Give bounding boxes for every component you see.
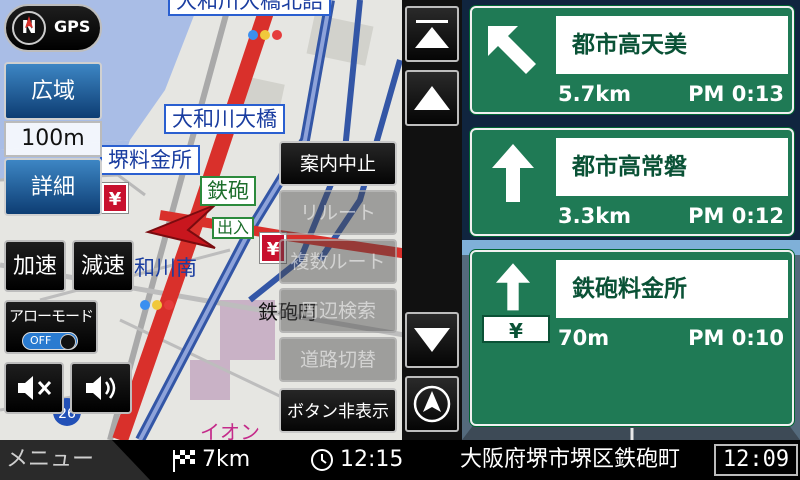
current-address: 大阪府堺市堺区鉄砲町 — [460, 447, 681, 472]
current-position-icon — [413, 385, 451, 423]
highway-item-3-distance: 70m — [558, 326, 610, 350]
traffic-signal-icon — [248, 28, 284, 42]
highway-item-1-name: 都市高天美 — [556, 16, 788, 74]
arrow-mode-state: OFF — [30, 334, 52, 347]
speed-up-button[interactable]: 加速 — [4, 240, 66, 292]
switch-road-button[interactable]: 道路切替 — [279, 337, 397, 382]
toll-gate-icon: ¥ — [102, 183, 128, 213]
scroll-down-button[interactable] — [405, 312, 459, 368]
wide-area-button[interactable]: 広域 — [4, 62, 102, 120]
volume-button[interactable] — [70, 362, 132, 414]
scroll-up-icon — [414, 86, 450, 110]
arrow-up-left-icon — [488, 26, 536, 74]
arrival-time: 12:15 — [340, 447, 404, 472]
toll-icon: ¥ — [482, 315, 550, 343]
checkered-flag-icon — [173, 450, 195, 472]
compass-icon: N — [12, 11, 46, 45]
map-label-teppo: 鉄砲 — [200, 176, 256, 206]
current-position-button[interactable] — [405, 376, 459, 432]
highway-item-3[interactable]: ¥ 鉄砲料金所 70m PM 0:10 — [470, 250, 794, 426]
map-label-bridge: 大和川大橋 — [164, 104, 285, 134]
traffic-signal-icon-2 — [140, 298, 176, 312]
map-label-bridge-north: 大和川大橋北詰 — [168, 0, 331, 16]
highway-guidance-panel: 都市高天美 5.7km PM 0:13 都市高常磐 3.3km PM 0:12 … — [462, 0, 800, 440]
scroll-top-icon — [415, 20, 449, 48]
guidance-scroll-column — [402, 0, 462, 440]
map-label-exit: 出入 — [212, 217, 255, 239]
hide-buttons-button[interactable]: ボタン非表示 — [279, 388, 397, 433]
detail-button[interactable]: 詳細 — [4, 158, 102, 216]
highway-item-2-time: PM 0:12 — [688, 204, 784, 228]
clock-icon — [311, 449, 333, 471]
remaining-distance: 7km — [202, 447, 251, 472]
highway-item-2-distance: 3.3km — [558, 204, 632, 228]
arrow-mode-label: アローモード — [8, 307, 94, 325]
arrow-mode-toggle[interactable]: アローモード OFF — [4, 300, 98, 354]
map-scale: 100m — [4, 121, 102, 157]
compass-gps-button[interactable]: N GPS — [4, 4, 102, 52]
multi-route-button[interactable]: 複数ルート — [279, 239, 397, 284]
highway-item-1-distance: 5.7km — [558, 82, 632, 106]
stop-guidance-button[interactable]: 案内中止 — [279, 141, 397, 186]
map-view[interactable]: 26 大和川大橋北詰 大和川大橋 堺料金所 ¥ 鉄砲 出入 ¥ 和川南 鉄砲町 … — [0, 0, 462, 440]
highway-item-2-name: 都市高常磐 — [556, 138, 788, 196]
current-time: 12:09 — [714, 444, 798, 476]
map-label-south: 和川南 — [134, 256, 197, 280]
reroute-button[interactable]: リルート — [279, 190, 397, 235]
arrow-up-icon-2 — [495, 263, 531, 311]
scroll-top-button[interactable] — [405, 6, 459, 62]
gps-label: GPS — [54, 17, 91, 36]
speed-down-button[interactable]: 減速 — [72, 240, 134, 292]
mute-button[interactable] — [4, 362, 64, 414]
search-nearby-button[interactable]: 周辺検索 — [279, 288, 397, 333]
arrow-up-icon — [492, 144, 534, 202]
highway-item-3-name: 鉄砲料金所 — [556, 260, 788, 318]
scroll-down-icon — [414, 328, 450, 352]
highway-item-1[interactable]: 都市高天美 5.7km PM 0:13 — [470, 6, 794, 114]
map-label-toll-gate: 堺料金所 — [100, 145, 200, 175]
highway-item-2[interactable]: 都市高常磐 3.3km PM 0:12 — [470, 128, 794, 236]
scroll-up-button[interactable] — [405, 70, 459, 126]
speaker-volume-icon — [86, 376, 116, 400]
highway-item-3-time: PM 0:10 — [688, 326, 784, 350]
arrow-mode-switch[interactable]: OFF — [22, 332, 78, 350]
speaker-mute-icon — [18, 376, 52, 400]
highway-item-1-time: PM 0:13 — [688, 82, 784, 106]
navigation-screen: 26 大和川大橋北詰 大和川大橋 堺料金所 ¥ 鉄砲 出入 ¥ 和川南 鉄砲町 … — [0, 0, 800, 480]
map-label-aeon: イオン — [200, 420, 260, 440]
